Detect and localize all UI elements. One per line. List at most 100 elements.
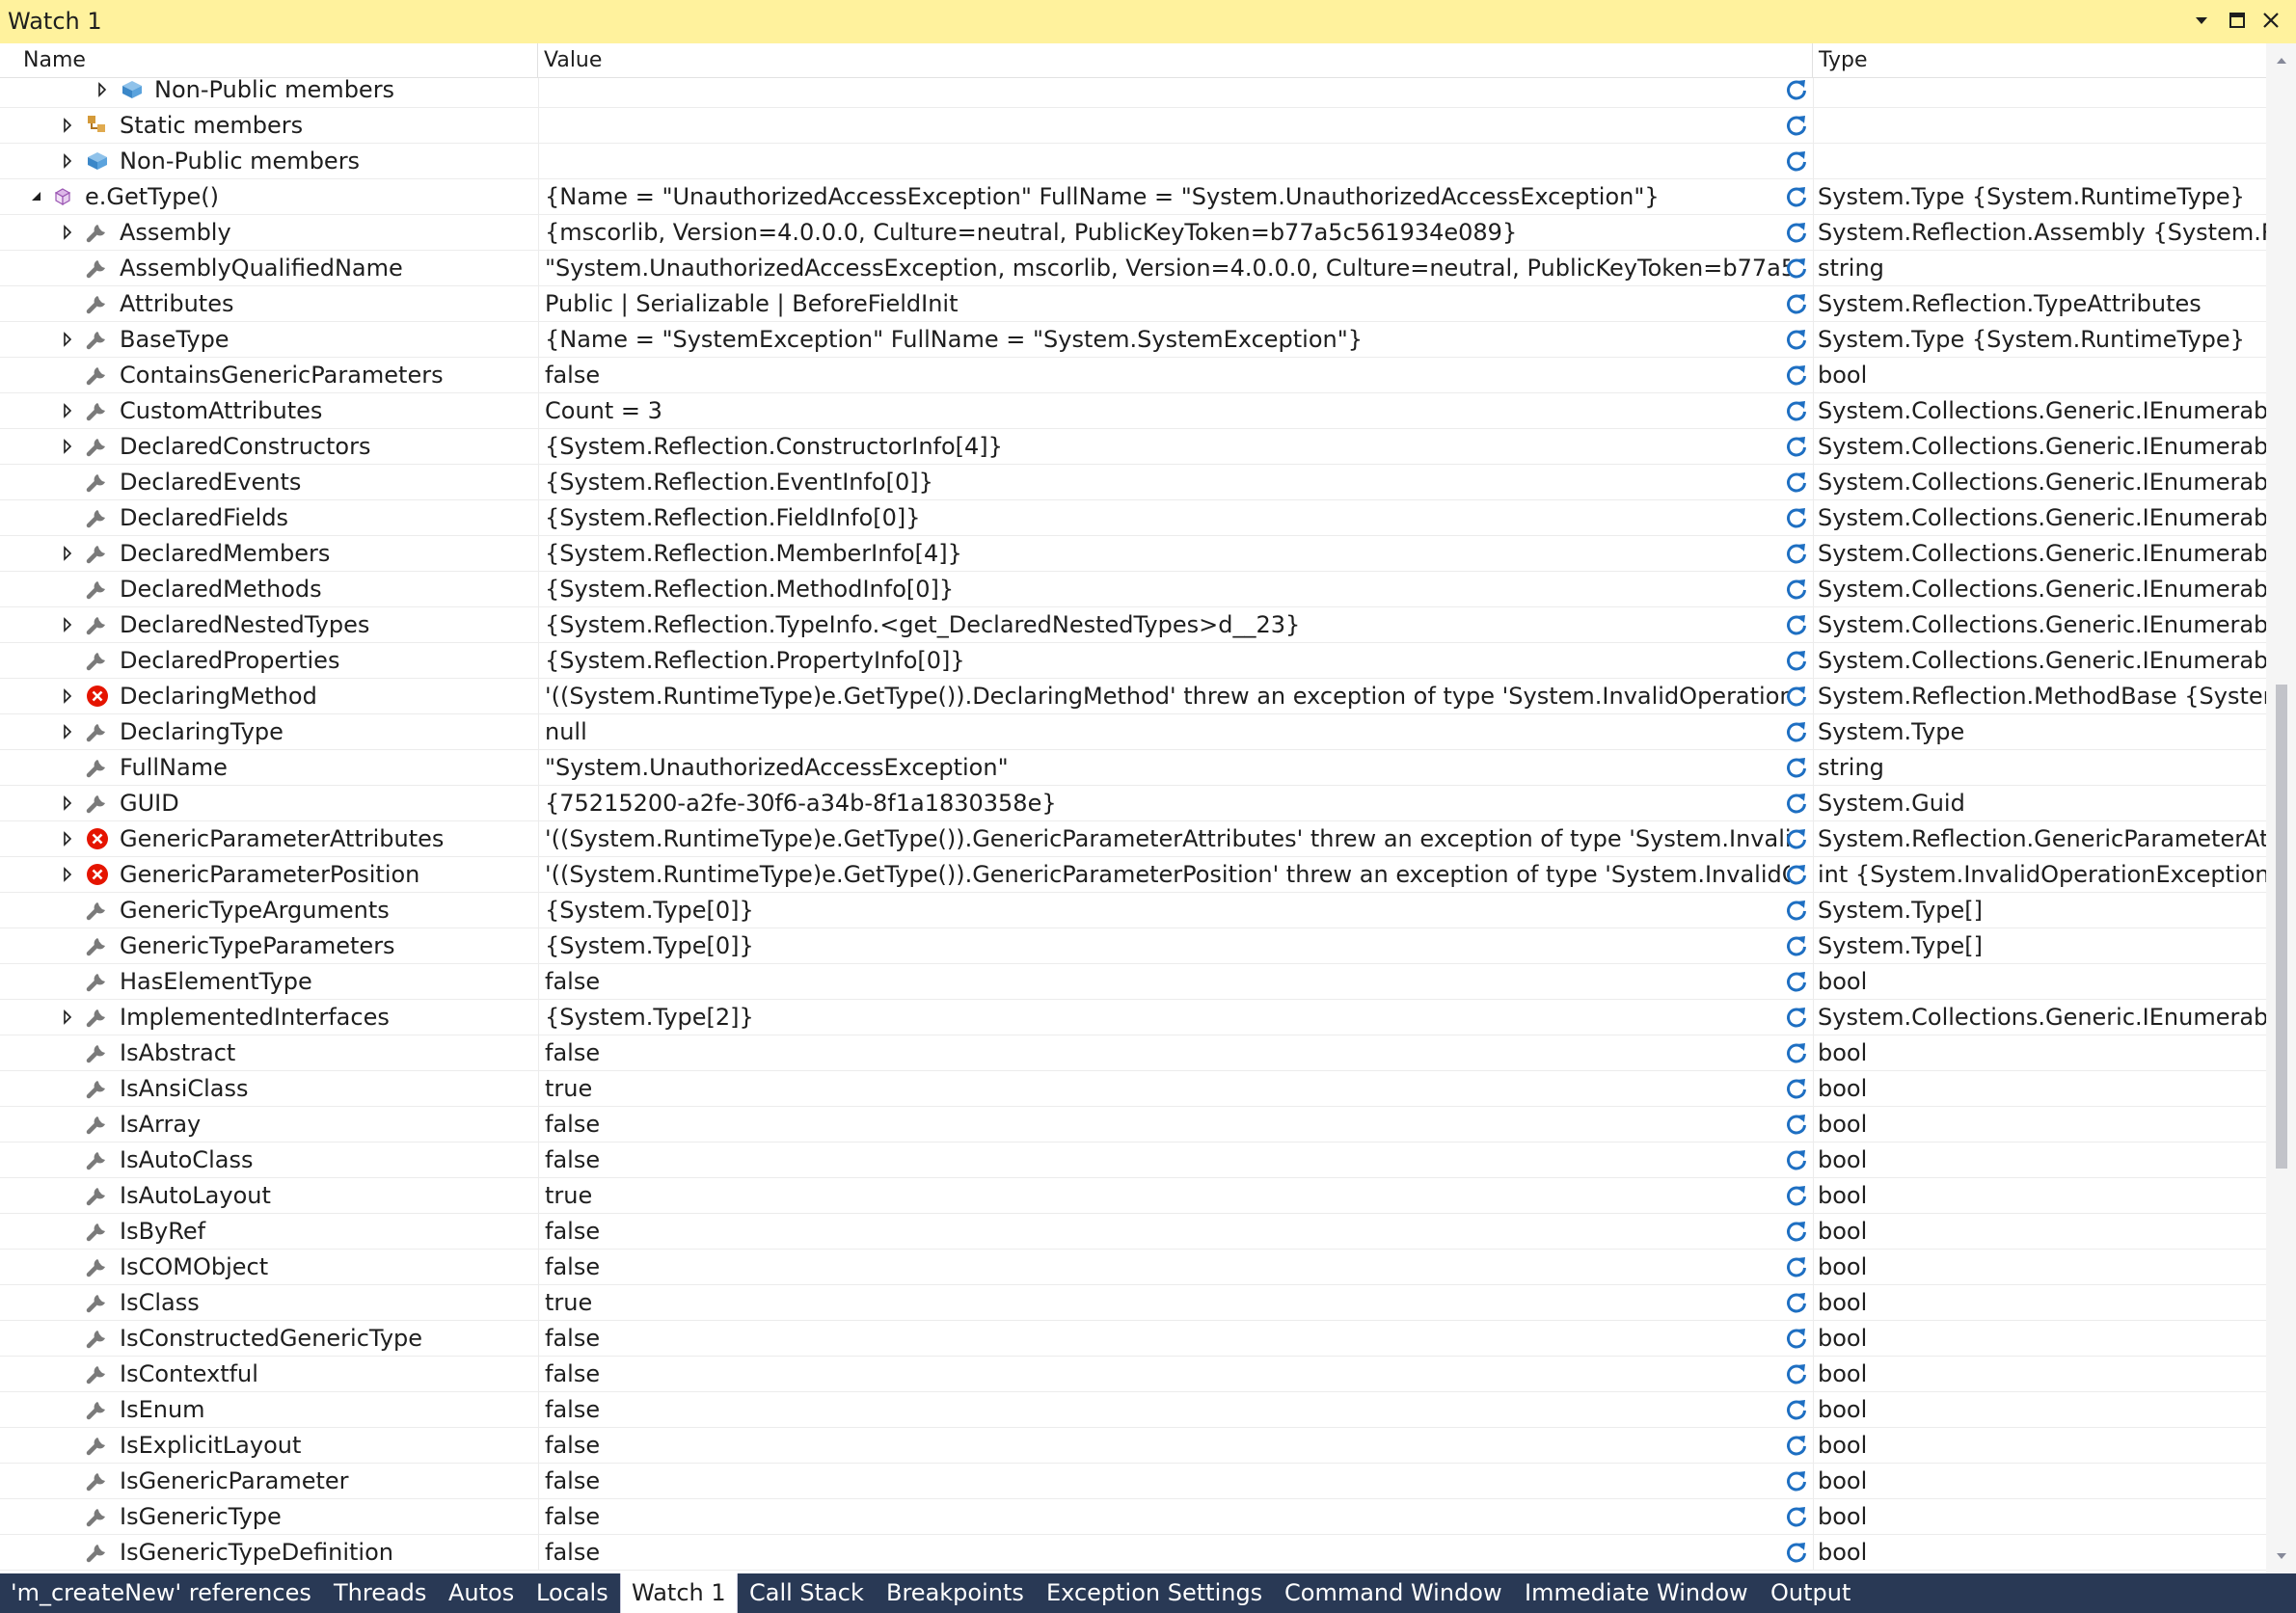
refresh-icon[interactable] (1784, 148, 1809, 174)
refresh-icon[interactable] (1784, 363, 1809, 388)
refresh-icon[interactable] (1784, 78, 1809, 102)
refresh-icon[interactable] (1784, 1005, 1809, 1030)
watch-name-cell[interactable]: DeclaredMembers (0, 536, 538, 571)
watch-name-cell[interactable]: DeclaredMethods (0, 572, 538, 606)
watch-value-cell[interactable]: false (538, 1321, 1790, 1356)
watch-row[interactable]: DeclaredMembers {System.Reflection.Member… (0, 536, 2266, 572)
watch-value-cell[interactable]: {System.Reflection.MemberInfo[4]} (538, 536, 1790, 571)
watch-value-cell[interactable]: '((System.RuntimeType)e.GetType()).Decla… (538, 679, 1790, 713)
watch-value-cell[interactable]: '((System.RuntimeType)e.GetType()).Gener… (538, 857, 1790, 892)
refresh-icon[interactable] (1784, 184, 1809, 209)
watch-value-cell[interactable]: false (538, 1107, 1790, 1142)
watch-row[interactable]: BaseType {Name = "SystemException" FullNa… (0, 322, 2266, 358)
watch-row[interactable]: FullName "System.UnauthorizedAccessExcept… (0, 750, 2266, 786)
watch-value-cell[interactable]: {75215200-a2fe-30f6-a34b-8f1a1830358e} (538, 786, 1790, 820)
refresh-button[interactable] (1774, 393, 1813, 428)
watch-name-cell[interactable]: IsClass (0, 1285, 538, 1320)
refresh-button[interactable] (1774, 1392, 1813, 1427)
refresh-button[interactable] (1774, 1535, 1813, 1570)
watch-name-cell[interactable]: DeclaringMethod (0, 679, 538, 713)
watch-row[interactable]: IsArray false bool (0, 1107, 2266, 1143)
tab-watch-1[interactable]: Watch 1 (620, 1573, 738, 1613)
watch-name-cell[interactable]: IsArray (0, 1107, 538, 1142)
refresh-button[interactable] (1774, 1071, 1813, 1106)
refresh-button[interactable] (1774, 215, 1813, 250)
watch-row[interactable]: IsAnsiClass true bool (0, 1071, 2266, 1107)
watch-row[interactable]: GUID {75215200-a2fe-30f6-a34b-8f1a1830358… (0, 786, 2266, 821)
watch-row[interactable]: GenericTypeArguments {System.Type[0]} Syst… (0, 893, 2266, 928)
watch-value-cell[interactable]: {System.Type[0]} (538, 928, 1790, 963)
watch-value-cell[interactable]: false (538, 1357, 1790, 1391)
watch-name-cell[interactable]: IsEnum (0, 1392, 538, 1427)
collapse-arrow-icon[interactable] (29, 189, 44, 204)
refresh-button[interactable] (1774, 714, 1813, 749)
refresh-icon[interactable] (1784, 1540, 1809, 1565)
tab-call-stack[interactable]: Call Stack (739, 1573, 875, 1613)
watch-row[interactable]: GenericParameterAttributes '((System.Runt… (0, 821, 2266, 857)
watch-name-cell[interactable]: IsAutoClass (0, 1143, 538, 1177)
refresh-button[interactable] (1774, 78, 1813, 107)
watch-value-cell[interactable]: "System.UnauthorizedAccessException, msc… (538, 251, 1790, 285)
watch-row[interactable]: IsConstructedGenericType false bool (0, 1321, 2266, 1357)
refresh-button[interactable] (1774, 928, 1813, 963)
refresh-button[interactable] (1774, 1428, 1813, 1463)
watch-row[interactable]: IsExplicitLayout false bool (0, 1428, 2266, 1464)
tab-command-window[interactable]: Command Window (1274, 1573, 1513, 1613)
watch-value-cell[interactable]: '((System.RuntimeType)e.GetType()).Gener… (538, 821, 1790, 856)
watch-value-cell[interactable] (538, 144, 1790, 178)
refresh-button[interactable] (1774, 750, 1813, 785)
refresh-button[interactable] (1774, 964, 1813, 999)
watch-value-cell[interactable]: {System.Type[0]} (538, 893, 1790, 927)
column-header-type[interactable]: Type (1813, 43, 2266, 77)
watch-value-cell[interactable]: {mscorlib, Version=4.0.0.0, Culture=neut… (538, 215, 1790, 250)
refresh-icon[interactable] (1784, 755, 1809, 780)
refresh-icon[interactable] (1784, 1468, 1809, 1493)
expand-arrow-icon[interactable] (60, 332, 75, 347)
refresh-button[interactable] (1774, 679, 1813, 713)
watch-row[interactable]: IsAbstract false bool (0, 1035, 2266, 1071)
watch-row[interactable]: CustomAttributes Count = 3 System.Collecti… (0, 393, 2266, 429)
watch-name-cell[interactable]: IsGenericTypeDefinition (0, 1535, 538, 1570)
watch-value-cell[interactable]: "System.UnauthorizedAccessException" (538, 750, 1790, 785)
expand-arrow-icon[interactable] (60, 688, 75, 704)
watch-value-cell[interactable]: false (538, 964, 1790, 999)
watch-name-cell[interactable]: DeclaredFields (0, 500, 538, 535)
watch-name-cell[interactable]: ContainsGenericParameters (0, 358, 538, 392)
refresh-icon[interactable] (1784, 1112, 1809, 1137)
watch-name-cell[interactable]: IsExplicitLayout (0, 1428, 538, 1463)
watch-value-cell[interactable]: {Name = "UnauthorizedAccessException" Fu… (538, 179, 1790, 214)
refresh-button[interactable] (1774, 1250, 1813, 1284)
watch-value-cell[interactable]: null (538, 714, 1790, 749)
expand-arrow-icon[interactable] (60, 225, 75, 240)
refresh-icon[interactable] (1784, 505, 1809, 530)
expand-arrow-icon[interactable] (95, 82, 110, 97)
expand-arrow-icon[interactable] (60, 439, 75, 454)
watch-name-cell[interactable]: GenericParameterPosition (0, 857, 538, 892)
expand-arrow-icon[interactable] (60, 1009, 75, 1025)
watch-name-cell[interactable]: IsAutoLayout (0, 1178, 538, 1213)
watch-name-cell[interactable]: DeclaredConstructors (0, 429, 538, 464)
watch-row[interactable]: IsGenericTypeDefinition false bool (0, 1535, 2266, 1571)
watch-name-cell[interactable]: GenericTypeArguments (0, 893, 538, 927)
tab-immediate-window[interactable]: Immediate Window (1514, 1573, 1759, 1613)
refresh-icon[interactable] (1784, 1040, 1809, 1065)
refresh-icon[interactable] (1784, 255, 1809, 281)
refresh-button[interactable] (1774, 857, 1813, 892)
watch-value-cell[interactable]: true (538, 1285, 1790, 1320)
refresh-icon[interactable] (1784, 541, 1809, 566)
refresh-icon[interactable] (1784, 220, 1809, 245)
watch-row[interactable]: Attributes Public | Serializable | Before… (0, 286, 2266, 322)
refresh-button[interactable] (1774, 251, 1813, 285)
watch-value-cell[interactable]: false (538, 1392, 1790, 1427)
watch-value-cell[interactable]: {System.Reflection.TypeInfo.<get_Declare… (538, 607, 1790, 642)
expand-arrow-icon[interactable] (60, 546, 75, 561)
refresh-icon[interactable] (1784, 470, 1809, 495)
tab-autos[interactable]: Autos (438, 1573, 525, 1613)
watch-row[interactable]: AssemblyQualifiedName "System.Unauthorize… (0, 251, 2266, 286)
scrollbar-thumb[interactable] (2276, 685, 2287, 1169)
refresh-icon[interactable] (1784, 684, 1809, 709)
watch-name-cell[interactable]: Non-Public members (0, 144, 538, 178)
watch-value-cell[interactable]: {System.Reflection.MethodInfo[0]} (538, 572, 1790, 606)
watch-row[interactable]: DeclaredProperties {System.Reflection.Pro… (0, 643, 2266, 679)
watch-value-cell[interactable]: {Name = "SystemException" FullName = "Sy… (538, 322, 1790, 357)
